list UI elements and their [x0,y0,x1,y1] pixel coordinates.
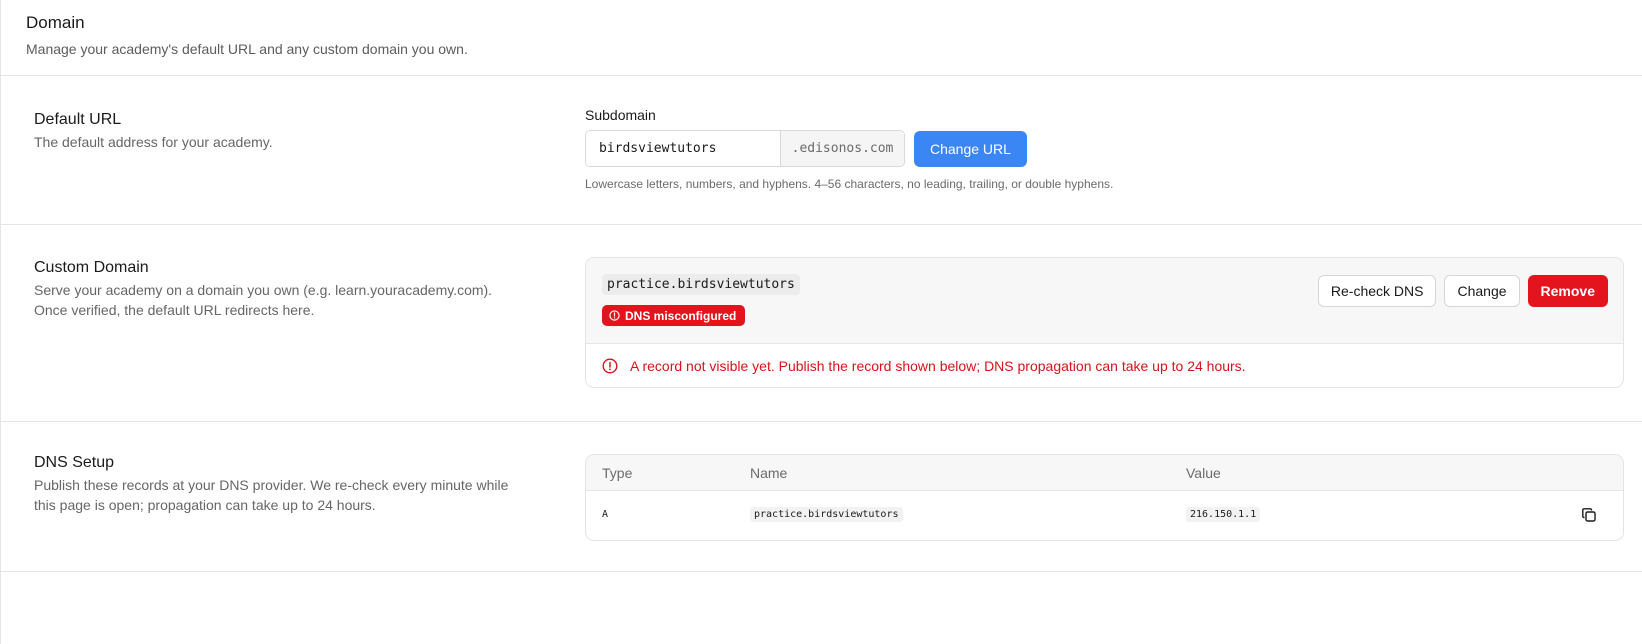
url-row: .edisonos.com Change URL [585,130,1113,167]
domain-suffix: .edisonos.com [780,131,904,166]
dns-error-message: A record not visible yet. Publish the re… [586,344,1623,387]
status-badge: DNS misconfigured [602,305,746,326]
section-description: Serve your academy on a domain you own (… [34,280,554,320]
description-line: Once verified, the default URL redirects… [34,302,315,318]
record-name: practice.birdsviewtutors [750,507,903,522]
section-description: The default address for your academy. [34,134,273,150]
section-title: Custom Domain [34,259,149,276]
custom-domain-value: practice.birdsviewtutors [602,274,800,295]
custom-domain-section: Custom Domain Serve your academy on a do… [1,225,1642,422]
recheck-dns-button[interactable]: Re-check DNS [1317,275,1437,307]
subdomain-label: Subdomain [585,107,656,123]
dns-records-table: Type Name Value A practice.birdsviewtuto… [585,454,1624,541]
subdomain-hint: Lowercase letters, numbers, and hyphens.… [585,177,1114,191]
record-type: A [602,509,609,520]
table-row: A practice.birdsviewtutors 216.150.1.1 [586,491,1623,540]
change-domain-button[interactable]: Change [1444,275,1520,307]
description-line: Publish these records at your DNS provid… [34,477,509,493]
column-header-type: Type [602,465,633,481]
custom-domain-card-header: practice.birdsviewtutors DNS misconfigur… [586,258,1623,344]
domain-settings-page: Domain Manage your academy's default URL… [0,0,1642,644]
column-header-value: Value [1186,465,1221,481]
change-url-button[interactable]: Change URL [914,130,1027,167]
subdomain-input-group: .edisonos.com [585,130,905,167]
remove-domain-button[interactable]: Remove [1527,275,1608,307]
page-title: Domain [26,13,85,32]
default-url-section: Default URL The default address for your… [1,76,1642,225]
domain-actions: Re-check DNS Change Remove [1310,275,1608,307]
column-header-name: Name [750,465,788,481]
subdomain-input[interactable] [586,131,780,166]
default-url-form: Subdomain .edisonos.com Change URL Lower… [585,106,1113,191]
record-value: 216.150.1.1 [1186,507,1261,522]
dns-setup-section: DNS Setup Publish these records at your … [1,422,1642,572]
copy-icon [1582,508,1596,522]
table-header: Type Name Value [586,455,1623,491]
page-subtitle: Manage your academy's default URL and an… [26,41,468,57]
description-line: Serve your academy on a domain you own (… [34,282,493,298]
alert-circle-icon [609,310,620,321]
dns-setup-info: DNS Setup Publish these records at your … [34,453,554,515]
description-line: this page is open; propagation can take … [34,497,376,513]
custom-domain-card: practice.birdsviewtutors DNS misconfigur… [585,257,1624,388]
section-description: Publish these records at your DNS provid… [34,475,554,515]
section-title: Default URL [34,111,122,128]
error-message-text: A record not visible yet. Publish the re… [630,358,1246,374]
default-url-info: Default URL The default address for your… [34,110,554,152]
status-badge-label: DNS misconfigured [625,308,737,323]
alert-circle-icon [602,358,618,374]
custom-domain-info: Custom Domain Serve your academy on a do… [34,258,554,320]
copy-value-button[interactable] [1580,507,1598,525]
section-title: DNS Setup [34,454,115,471]
page-header: Domain Manage your academy's default URL… [1,0,1642,76]
